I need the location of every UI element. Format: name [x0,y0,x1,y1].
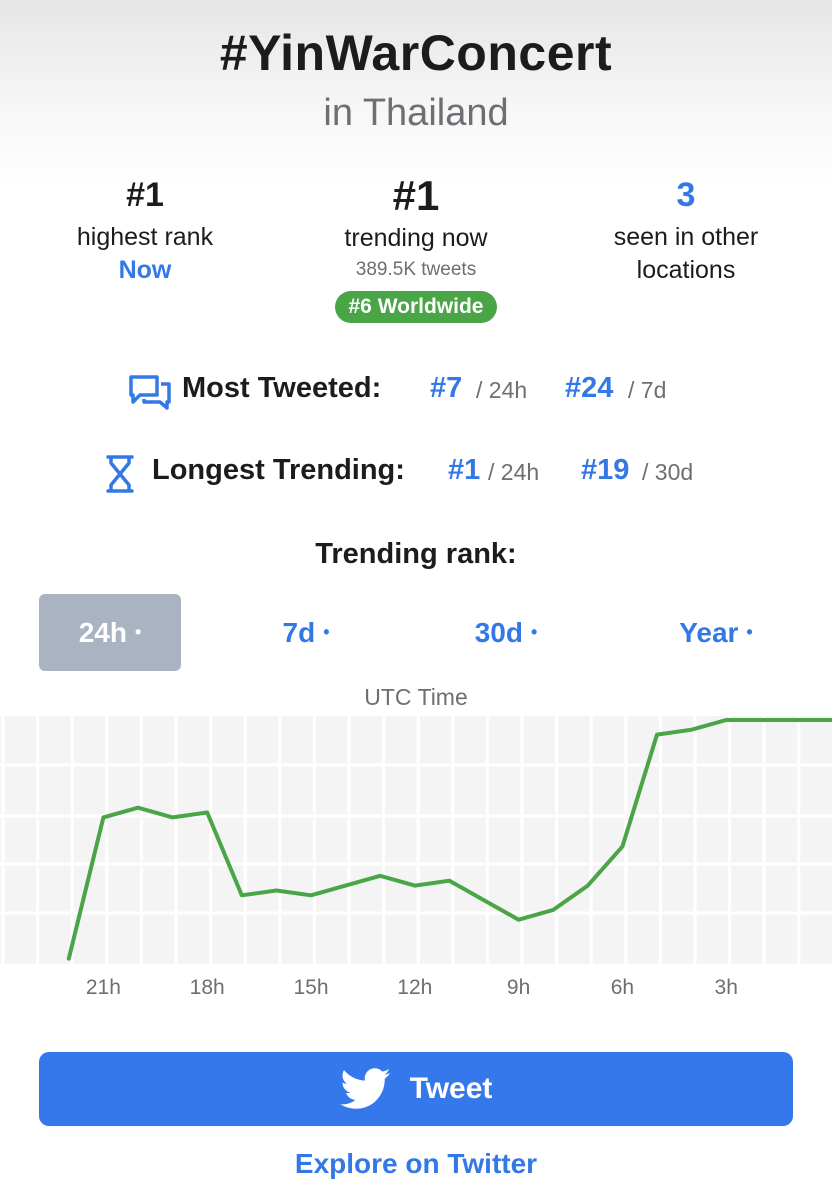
tab-year-dot: • [746,622,753,642]
trending-now-label: trending now [344,224,488,252]
longest-trending-rank-24h[interactable]: #1 [448,454,480,487]
longest-trending-label: Longest Trending: [152,454,405,486]
highest-rank-label: highest rank [76,223,214,251]
highest-rank-when: Now [118,256,172,284]
other-locations-label-2: locations [636,256,736,284]
tab-year-label: Year [679,616,739,648]
x-tick-label: 9h [507,976,530,999]
highest-rank-value: #1 [126,176,164,214]
most-tweeted-period-7d: / 7d [628,377,667,403]
tab-30d-dot: • [530,622,538,642]
tweet-button-label: Tweet [409,1072,493,1105]
longest-trending-row: Longest Trending: #1 / 24h #19 / 30d [0,454,832,504]
tab-24h[interactable]: 24h • [39,594,181,671]
other-locations-label-1: seen in other [613,223,759,251]
longest-trending-period-30d: / 30d [642,459,694,485]
x-tick-label: 18h [190,976,225,999]
trending-now-stat: #1 trending now 389.5K tweets #6 Worldwi… [286,172,546,323]
other-locations-value[interactable]: 3 [556,176,816,215]
x-tick-labels: 21h 18h 15h 12h 9h 6h 3h [86,976,738,999]
longest-trending-period-24h: / 24h [488,459,540,485]
trending-rank-chart: 21h 18h 15h 12h 9h 6h 3h [0,716,832,999]
worldwide-badge: #6 Worldwide [334,291,498,323]
chart-axis-title: UTC Time [364,684,468,710]
tab-30d[interactable]: 30d • [435,594,577,671]
tab-7d-label: 7d [282,616,316,648]
explore-on-twitter-link[interactable]: Explore on Twitter [0,1148,832,1180]
tab-7d[interactable]: 7d • [235,594,377,671]
twitter-bird-icon [339,1068,390,1109]
other-locations-stat[interactable]: 3 seen in other locations [556,176,816,287]
x-tick-label: 21h [86,976,121,999]
hashtag-title: #YinWarConcert [219,25,613,81]
hourglass-icon [104,454,136,502]
most-tweeted-rank-24h[interactable]: #7 [430,372,462,405]
chat-bubbles-icon [128,374,172,420]
tab-24h-label: 24h [78,616,127,648]
tab-year[interactable]: Year • [645,594,787,671]
trending-now-value: #1 [392,172,440,219]
x-tick-label: 12h [397,976,432,999]
highest-rank-stat: #1 highest rank Now [15,176,275,286]
x-tick-label: 6h [611,976,634,999]
trending-rank-title: Trending rank: [315,538,517,570]
longest-trending-rank-30d[interactable]: #19 [581,454,629,487]
tweet-button[interactable]: Tweet [39,1052,793,1126]
tab-24h-dot: • [134,622,142,642]
most-tweeted-label: Most Tweeted: [182,372,382,404]
tab-7d-dot: • [323,622,330,642]
tab-30d-label: 30d [474,616,523,648]
location-subtitle: in Thailand [323,92,509,134]
x-tick-label: 3h [715,976,738,999]
x-tick-label: 15h [293,976,328,999]
most-tweeted-row: Most Tweeted: #7 / 24h #24 / 7d [0,372,832,422]
tweet-count: 389.5K tweets [355,259,477,280]
most-tweeted-period-24h: / 24h [476,377,528,403]
most-tweeted-rank-7d[interactable]: #24 [565,372,613,405]
